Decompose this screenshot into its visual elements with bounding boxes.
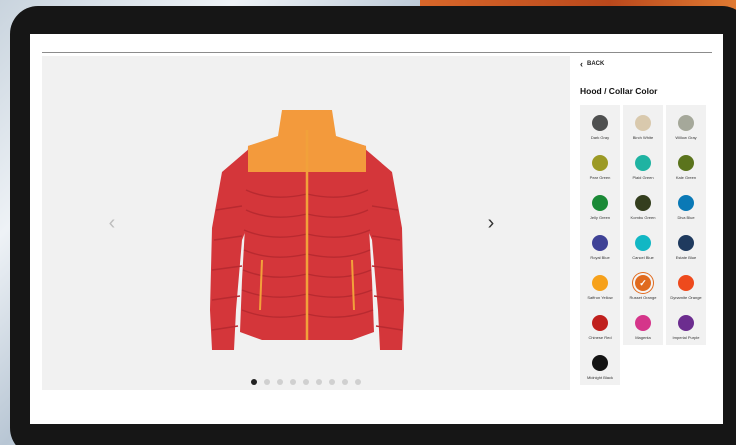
color-swatch[interactable]: Imperial Purple bbox=[666, 305, 706, 345]
color-chip bbox=[592, 315, 608, 331]
color-chip bbox=[592, 195, 608, 211]
color-chip bbox=[635, 115, 651, 131]
header-divider bbox=[42, 52, 712, 53]
panel-title: Hood / Collar Color bbox=[580, 86, 658, 96]
color-name: Estate Blue bbox=[675, 255, 697, 260]
color-chip bbox=[678, 275, 694, 291]
color-name: Chinese Red bbox=[588, 335, 612, 340]
image-pagination bbox=[42, 379, 570, 387]
color-name: Royal Blue bbox=[590, 255, 610, 260]
color-swatch[interactable]: Midnight Black bbox=[580, 345, 620, 385]
prev-image-button[interactable]: ‹ bbox=[102, 208, 122, 238]
pagination-dot[interactable] bbox=[355, 379, 361, 385]
color-name: Birch White bbox=[632, 135, 654, 140]
app-screen: ‹ › ‹ BACK Hood / Collar Color Dark Gray… bbox=[30, 34, 723, 424]
color-chip bbox=[635, 155, 651, 171]
color-swatch-grid: Dark Gray Birch White Willow Gray Pear Gree… bbox=[580, 105, 710, 415]
color-swatch[interactable]: Royal Blue bbox=[580, 225, 620, 265]
pagination-dot[interactable] bbox=[329, 379, 335, 385]
color-chip bbox=[592, 155, 608, 171]
color-name: Pear Green bbox=[589, 175, 611, 180]
product-image-viewer: ‹ › bbox=[42, 56, 570, 390]
color-swatch[interactable]: Saffron Yellow bbox=[580, 265, 620, 305]
color-chip bbox=[635, 315, 651, 331]
color-name: Plaid Green bbox=[632, 175, 654, 180]
color-options-panel: ‹ BACK Hood / Collar Color Dark Gray Birc… bbox=[580, 56, 710, 396]
check-icon: ✓ bbox=[639, 278, 647, 288]
pagination-dot[interactable] bbox=[277, 379, 283, 385]
pagination-dot[interactable] bbox=[251, 379, 257, 385]
color-name: Jelly Green bbox=[589, 215, 611, 220]
color-chip bbox=[635, 235, 651, 251]
color-name: Midnight Black bbox=[586, 375, 613, 380]
color-name: Saffron Yellow bbox=[587, 295, 613, 300]
color-name: Magenta bbox=[635, 335, 651, 340]
color-swatch[interactable]: Cancel Blue bbox=[623, 225, 663, 265]
color-name: Dark Gray bbox=[590, 135, 610, 140]
color-swatch[interactable]: Dynamite Orange bbox=[666, 265, 706, 305]
back-button[interactable]: ‹ BACK bbox=[580, 59, 710, 69]
color-swatch[interactable]: Plaid Green bbox=[623, 145, 663, 185]
color-chip bbox=[678, 155, 694, 171]
color-swatch[interactable]: Estate Blue bbox=[666, 225, 706, 265]
color-name: Dynamite Orange bbox=[670, 295, 702, 300]
color-name: Kale Green bbox=[675, 175, 697, 180]
color-swatch[interactable]: Diva Blue bbox=[666, 185, 706, 225]
pagination-dot[interactable] bbox=[264, 379, 270, 385]
color-swatch[interactable]: Willow Gray bbox=[666, 105, 706, 145]
color-swatch[interactable]: Dark Gray bbox=[580, 105, 620, 145]
color-chip bbox=[678, 315, 694, 331]
chevron-left-icon: ‹ bbox=[580, 59, 583, 69]
jacket-product-image bbox=[210, 110, 404, 350]
pagination-dot[interactable] bbox=[290, 379, 296, 385]
color-chip bbox=[592, 275, 608, 291]
color-name: Cancel Blue bbox=[632, 255, 654, 260]
color-swatch[interactable]: Kale Green bbox=[666, 145, 706, 185]
color-name: Russet Orange bbox=[629, 295, 657, 300]
color-swatch[interactable]: Jelly Green bbox=[580, 185, 620, 225]
color-chip bbox=[635, 195, 651, 211]
color-chip bbox=[678, 115, 694, 131]
pagination-dot[interactable] bbox=[303, 379, 309, 385]
color-chip bbox=[678, 195, 694, 211]
color-swatch[interactable]: ✓ Russet Orange bbox=[623, 265, 663, 305]
color-chip bbox=[592, 355, 608, 371]
color-chip bbox=[592, 235, 608, 251]
color-name: Kombu Green bbox=[630, 215, 656, 220]
color-swatch[interactable]: Pear Green bbox=[580, 145, 620, 185]
color-swatch[interactable]: Magenta bbox=[623, 305, 663, 345]
color-name: Diva Blue bbox=[677, 215, 695, 220]
pagination-dot[interactable] bbox=[342, 379, 348, 385]
next-image-button[interactable]: › bbox=[481, 208, 501, 238]
color-swatch[interactable]: Chinese Red bbox=[580, 305, 620, 345]
color-swatch[interactable]: Birch White bbox=[623, 105, 663, 145]
color-name: Willow Gray bbox=[675, 135, 697, 140]
pagination-dot[interactable] bbox=[316, 379, 322, 385]
color-name: Imperial Purple bbox=[672, 335, 700, 340]
back-label: BACK bbox=[587, 61, 605, 67]
color-chip bbox=[678, 235, 694, 251]
color-swatch[interactable]: Kombu Green bbox=[623, 185, 663, 225]
color-chip bbox=[592, 115, 608, 131]
